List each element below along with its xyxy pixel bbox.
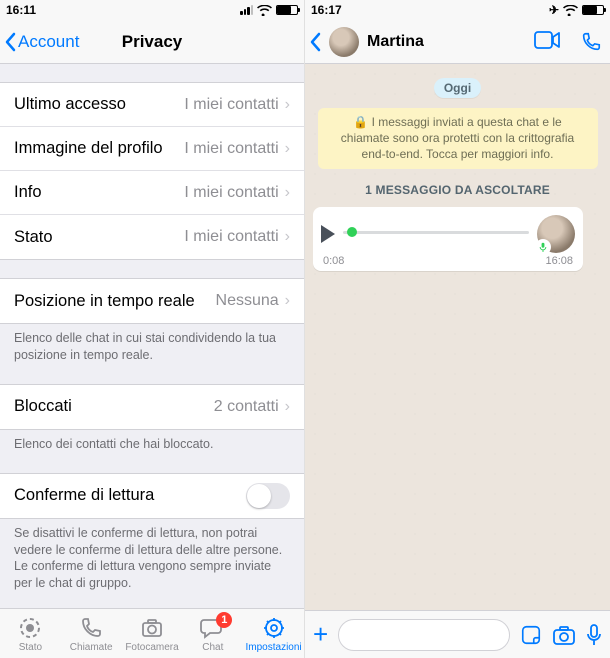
sender-avatar	[537, 215, 575, 253]
blocked-group: Bloccati 2 contatti ›	[0, 384, 304, 430]
battery-icon	[276, 5, 298, 15]
tab-settings[interactable]: Impostazioni	[243, 609, 304, 658]
tab-label: Fotocamera	[125, 642, 178, 653]
row-label: Bloccati	[14, 397, 72, 416]
airplane-icon: ✈︎	[549, 3, 559, 17]
settings-list[interactable]: Ultimo accesso I miei contatti › Immagin…	[0, 64, 304, 608]
row-read-receipts[interactable]: Conferme di lettura	[0, 474, 304, 518]
camera-icon	[552, 625, 576, 645]
date-separator: Oggi	[434, 78, 481, 98]
camera-button[interactable]	[552, 625, 576, 645]
chevron-left-icon	[4, 32, 16, 52]
contact-name[interactable]: Martina	[367, 33, 424, 51]
back-label: Account	[18, 32, 79, 52]
message-time: 16:08	[545, 255, 573, 267]
message-input[interactable]	[338, 619, 510, 651]
row-live-location[interactable]: Posizione in tempo reale Nessuna ›	[0, 279, 304, 323]
row-label: Ultimo accesso	[14, 95, 126, 114]
play-button[interactable]	[321, 225, 335, 243]
row-last-seen[interactable]: Ultimo accesso I miei contatti ›	[0, 83, 304, 127]
status-time: 16:17	[311, 3, 342, 17]
chat-input-bar: +	[305, 610, 610, 658]
video-icon	[534, 31, 560, 49]
tab-status[interactable]: Stato	[0, 609, 61, 658]
row-label: Info	[14, 183, 42, 202]
tab-label: Chat	[202, 642, 223, 653]
back-button[interactable]	[309, 32, 321, 52]
status-indicators	[240, 5, 298, 16]
phone-icon	[580, 31, 602, 53]
tab-bar: Stato Chiamate Fotocamera 1 Chat Imposta…	[0, 608, 304, 658]
row-blocked[interactable]: Bloccati 2 contatti ›	[0, 385, 304, 429]
tab-calls[interactable]: Chiamate	[61, 609, 122, 658]
row-value: 2 contatti	[214, 398, 279, 416]
voice-call-button[interactable]	[580, 31, 602, 53]
voice-progress[interactable]	[343, 221, 529, 247]
blocked-footer: Elenco dei contatti che hai bloccato.	[0, 430, 304, 455]
visibility-group: Ultimo accesso I miei contatti › Immagin…	[0, 82, 304, 260]
encryption-notice[interactable]: 🔒 I messaggi inviati a questa chat e le …	[318, 108, 598, 169]
mic-icon	[535, 239, 551, 255]
chat-badge: 1	[216, 612, 232, 628]
privacy-settings-screen: 16:11 Account Privacy Ultimo accesso I m…	[0, 0, 305, 658]
row-value: I miei contatti	[184, 228, 278, 246]
nav-bar: Account Privacy	[0, 20, 304, 64]
battery-icon	[582, 5, 604, 15]
status-icon	[17, 615, 43, 641]
chevron-right-icon: ›	[285, 398, 290, 416]
wifi-icon	[563, 5, 578, 16]
voice-duration: 0:08	[323, 255, 344, 267]
read-receipts-switch[interactable]	[246, 483, 290, 509]
chevron-right-icon: ›	[285, 96, 290, 114]
chevron-left-icon	[309, 32, 321, 52]
sticker-button[interactable]	[520, 624, 542, 646]
chat-screen: 16:17 ✈︎ Martina Oggi 🔒 I messaggi invia…	[305, 0, 610, 658]
tab-label: Impostazioni	[246, 642, 302, 653]
gear-icon	[261, 615, 287, 641]
chat-nav-bar: Martina	[305, 20, 610, 64]
row-value: I miei contatti	[184, 96, 278, 114]
contact-avatar[interactable]	[329, 27, 359, 57]
chevron-right-icon: ›	[285, 292, 290, 310]
chevron-right-icon: ›	[285, 140, 290, 158]
row-status[interactable]: Stato I miei contatti ›	[0, 215, 304, 259]
row-profile-photo[interactable]: Immagine del profilo I miei contatti ›	[0, 127, 304, 171]
status-bar: 16:17 ✈︎	[305, 0, 610, 20]
status-bar: 16:11	[0, 0, 304, 20]
chevron-right-icon: ›	[285, 228, 290, 246]
row-value: I miei contatti	[184, 184, 278, 202]
signal-icon	[240, 5, 253, 15]
row-label: Conferme di lettura	[14, 486, 154, 505]
mic-button[interactable]	[586, 624, 602, 646]
tab-camera[interactable]: Fotocamera	[122, 609, 183, 658]
status-time: 16:11	[6, 3, 36, 17]
row-label: Stato	[14, 228, 53, 247]
tab-chats[interactable]: 1 Chat	[182, 609, 243, 658]
chevron-right-icon: ›	[285, 184, 290, 202]
progress-dot	[347, 227, 357, 237]
voice-message-bubble[interactable]: 0:08 16:08	[313, 207, 583, 271]
live-location-group: Posizione in tempo reale Nessuna ›	[0, 278, 304, 324]
status-indicators: ✈︎	[549, 3, 604, 17]
camera-icon	[139, 615, 165, 641]
row-info[interactable]: Info I miei contatti ›	[0, 171, 304, 215]
row-label: Immagine del profilo	[14, 139, 163, 158]
mic-icon	[586, 624, 602, 646]
back-button[interactable]: Account	[0, 32, 79, 52]
sticker-icon	[520, 624, 542, 646]
wifi-icon	[257, 5, 272, 16]
read-receipts-group: Conferme di lettura	[0, 473, 304, 519]
tab-label: Chiamate	[70, 642, 113, 653]
tab-label: Stato	[19, 642, 42, 653]
live-location-footer: Elenco delle chat in cui stai condividen…	[0, 324, 304, 366]
video-call-button[interactable]	[534, 31, 560, 53]
unread-separator: 1 MESSAGGIO DA ASCOLTARE	[365, 183, 550, 197]
row-label: Posizione in tempo reale	[14, 292, 195, 311]
attach-button[interactable]: +	[313, 619, 328, 650]
row-value: I miei contatti	[184, 140, 278, 158]
row-value: Nessuna	[216, 292, 279, 310]
read-receipts-footer: Se disattivi le conferme di lettura, non…	[0, 519, 304, 595]
phone-icon	[78, 615, 104, 641]
chat-body[interactable]: Oggi 🔒 I messaggi inviati a questa chat …	[305, 64, 610, 610]
